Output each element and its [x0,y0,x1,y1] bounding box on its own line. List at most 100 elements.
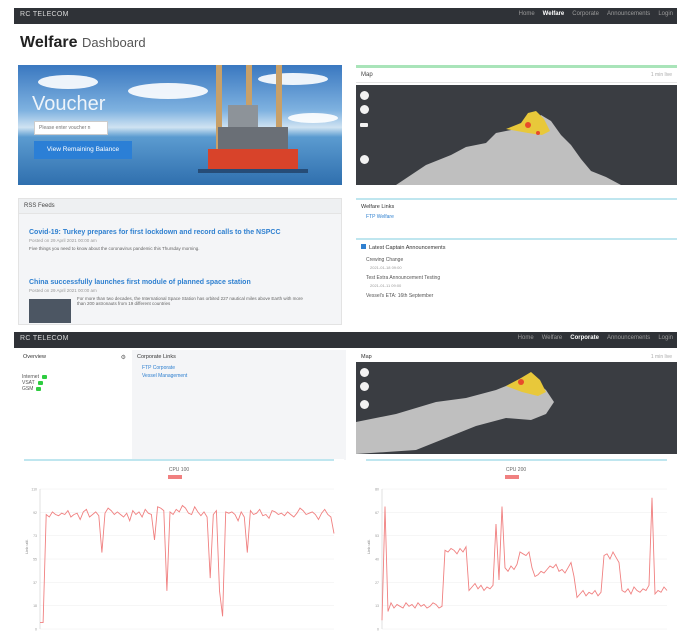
cloud-decoration [128,83,208,99]
y-axis-label: Link util. [24,539,29,554]
y-tick-label: 67 [375,511,379,515]
y-tick-label: 0 [377,628,379,632]
rss-item-summary: Five things you need to know about the c… [29,246,200,251]
y-tick-label: 73 [33,534,37,538]
welfare-link-ftp[interactable]: FTP Welfare [356,214,677,220]
status-row: GSM [18,386,128,392]
nav-home[interactable]: Home [519,11,535,17]
legend-swatch [168,475,182,479]
nav-welfare[interactable]: Welfare [542,335,563,341]
map-title: Map [356,68,677,83]
nav-announcements[interactable]: Announcements [607,335,650,341]
map-view[interactable] [356,362,677,454]
overview-title: Overview [23,354,46,360]
y-tick-label: 13 [375,604,379,608]
announcement-item[interactable]: Crewing Change [356,255,677,265]
y-tick-label: 27 [375,581,379,585]
view-balance-button[interactable]: View Remaining Balance [34,141,132,159]
nav-menu: Home Welfare Corporate Announcements Log… [518,335,673,341]
nav-login[interactable]: Login [658,11,673,17]
announcements-title: Latest Captain Announcements [356,240,677,255]
welfare-dashboard-screenshot: RC TELECOM Home Welfare Corporate Announ… [14,8,677,325]
corporate-link-ftp[interactable]: FTP Corporate [132,364,346,372]
gear-icon[interactable]: ⚙ [121,354,126,361]
nav-welfare[interactable]: Welfare [543,11,565,17]
megaphone-icon [361,244,366,249]
y-tick-label: 80 [375,488,379,492]
panel-accent [366,459,667,461]
welfare-links-title: Welfare Links [361,204,395,210]
corporate-dashboard-screenshot: RC TELECOM Home Welfare Corporate Announ… [14,332,677,638]
corporate-links-panel: Corporate Links FTP Corporate Vessel Man… [132,350,346,460]
zoom-in-button[interactable] [360,368,369,377]
legend-swatch [505,475,519,479]
oil-rig-image [198,65,308,173]
corporate-links-title: Corporate Links [137,354,176,360]
map-view[interactable] [356,85,677,185]
rss-item: China successfully launches first module… [29,279,309,306]
rss-item: Covid-19: Turkey prepares for first lock… [29,229,281,251]
page-title-rest: Dashboard [81,35,146,50]
y-tick-label: 55 [33,558,37,562]
page-title: Welfare Dashboard [20,34,146,52]
rss-item-link[interactable]: Covid-19: Turkey prepares for first lock… [29,229,281,236]
nav-home[interactable]: Home [518,335,534,341]
voucher-input[interactable] [34,121,108,135]
panel-accent [24,459,334,461]
rss-feeds-panel: RSS Feeds Covid-19: Turkey prepares for … [18,198,342,325]
nav-menu: Home Welfare Corporate Announcements Log… [519,11,673,17]
rss-item-summary: For more than two decades, the Internati… [77,296,303,306]
map-land [356,372,554,454]
chart-right-svg: CPU 200 Link util. 0 13 27 40 53 67 80 [366,467,668,632]
nav-login[interactable]: Login [658,335,673,341]
status-ok-icon [41,375,47,379]
rss-thumbnail [29,299,71,323]
rss-title: RSS Feeds [19,199,341,214]
zoom-out-button[interactable] [360,382,369,391]
map-refresh-note: 1 min live [650,72,672,78]
y-tick-label: 110 [31,488,37,492]
chart-title: CPU 200 [506,467,527,473]
overview-panel: Overview ⚙ Internet VSAT GSM [18,350,128,460]
chart-right: CPU 200 Link util. 0 13 27 40 53 67 80 [356,459,677,638]
top-navbar: RC TELECOM Home Welfare Corporate Announ… [14,332,677,348]
nav-announcements[interactable]: Announcements [607,11,650,17]
announcements-panel: Latest Captain Announcements Crewing Cha… [356,238,677,325]
series-line [40,504,335,624]
page-title-bold: Welfare [20,34,78,51]
welfare-links-panel: Welfare Links FTP Welfare [356,198,677,235]
top-navbar: RC TELECOM Home Welfare Corporate Announ… [14,8,677,24]
nav-corporate[interactable]: Corporate [572,11,599,17]
announcement-date: 2021-01-18 09:00 [370,265,402,270]
zoom-out-button[interactable] [360,105,369,114]
rss-item-meta: Posted on 29 April 2021 00:00 am [29,288,97,293]
y-tick-label: 37 [33,581,37,585]
brand-logo[interactable]: RC TELECOM [20,335,69,342]
announcement-item[interactable]: Test Extra Announcement Testing [356,273,677,283]
layers-button[interactable] [360,123,368,127]
voucher-hero: Voucher View Remaining Balance [18,65,342,185]
y-tick-label: 40 [375,558,379,562]
map-refresh-note: 1 min live [650,354,672,360]
y-tick-label: 18 [33,604,37,608]
nav-corporate[interactable]: Corporate [570,335,599,341]
brand-logo[interactable]: RC TELECOM [20,11,69,18]
status-ok-icon [37,381,43,385]
corporate-link-vessel[interactable]: Vessel Management [132,372,346,380]
chart-left-svg: CPU 100 Link util. 0 18 37 55 73 92 110 [24,467,335,632]
rss-item-link[interactable]: China successfully launches first module… [29,279,309,286]
y-tick-label: 92 [33,511,37,515]
announcement-date: 2021-01-11 09:00 [370,283,402,288]
y-axis-label: Link util. [366,539,371,554]
rss-item-meta: Posted on 29 April 2021 00:00 am [29,238,97,243]
y-tick-label: 0 [35,628,37,632]
map-land [396,111,621,185]
map-panel: Map 1 min live [356,65,677,185]
zoom-in-button[interactable] [360,91,369,100]
locate-button[interactable] [360,155,369,164]
announcement-item[interactable]: Vessel's ETA: 16th September [356,291,677,301]
panel-accent [356,65,677,68]
cloud-decoration [38,75,98,89]
chart-title: CPU 100 [169,467,190,473]
locate-button[interactable] [360,400,369,409]
